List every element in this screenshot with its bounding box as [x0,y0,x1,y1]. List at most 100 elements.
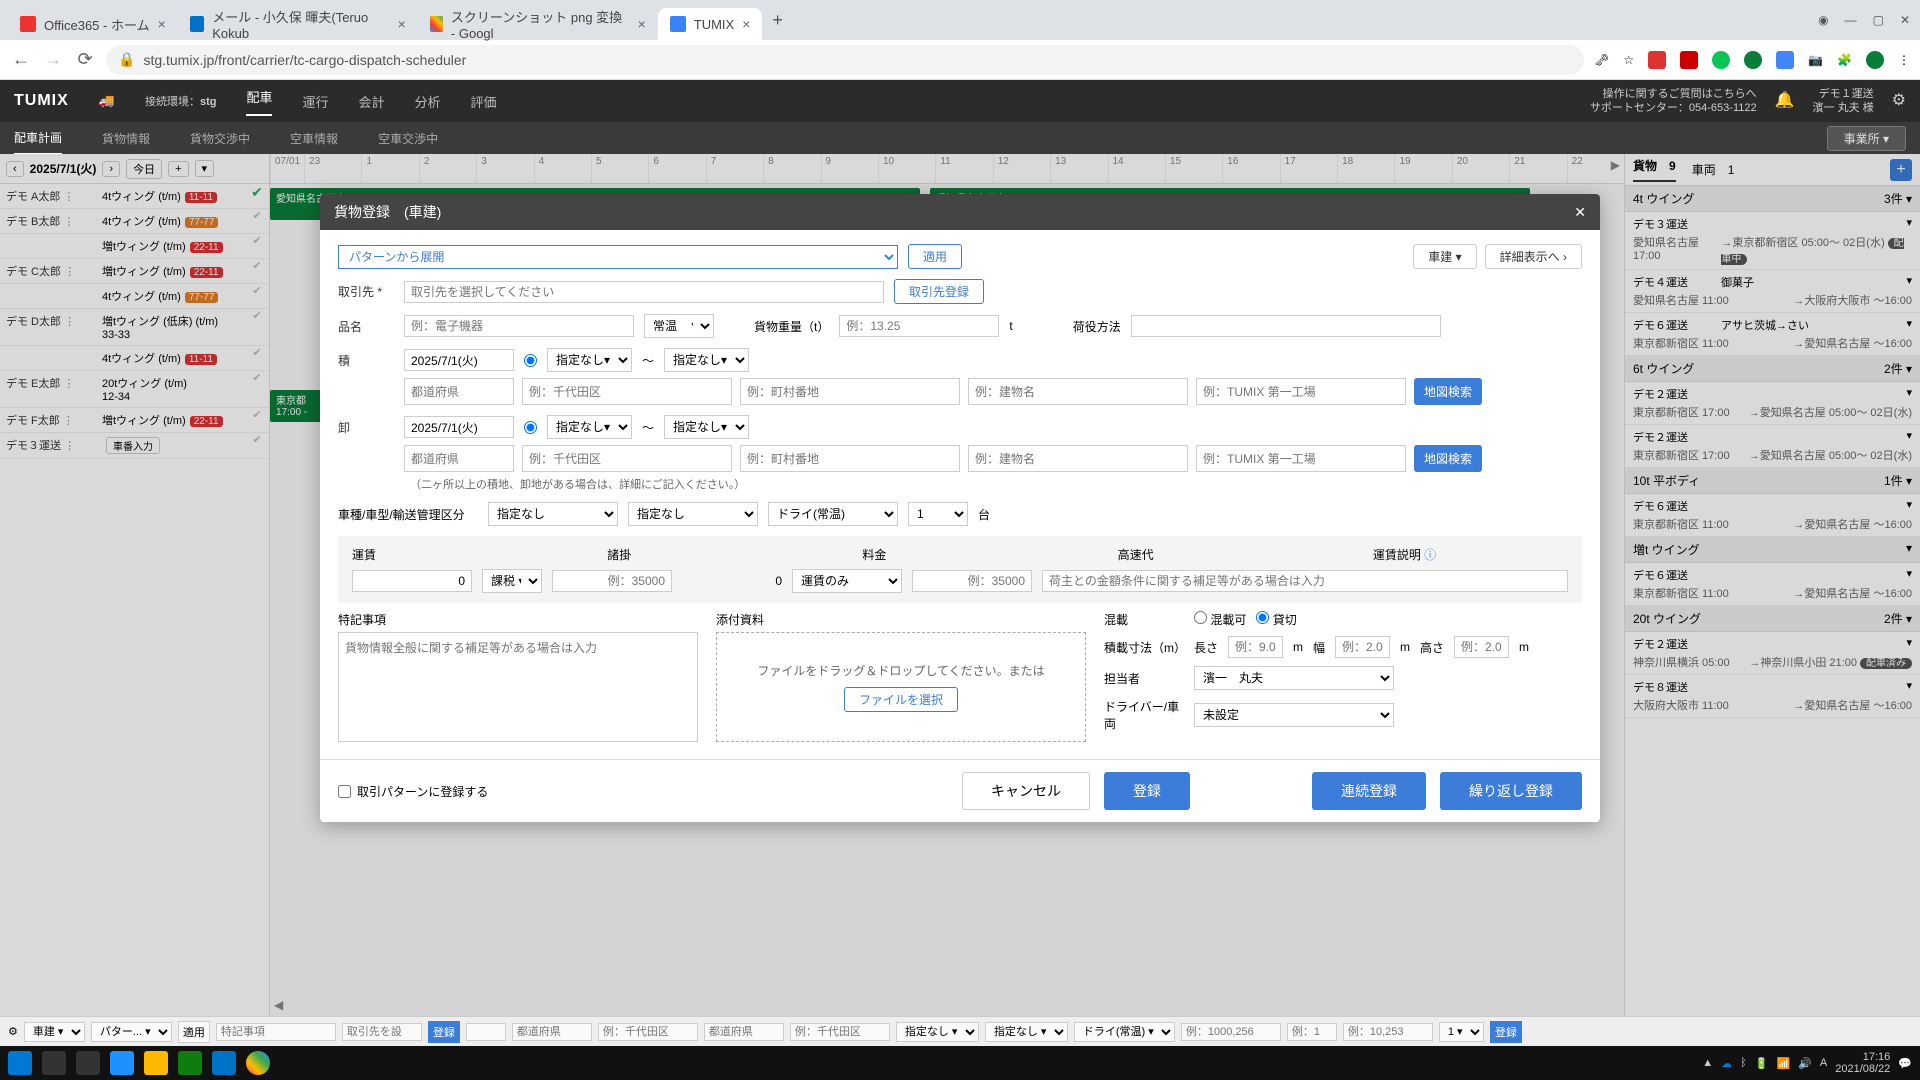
hwy-input[interactable] [912,570,1032,592]
close-window-icon[interactable]: ✕ [1900,13,1910,27]
fb-date[interactable] [466,1023,506,1041]
vehicle-type-select[interactable]: 指定なし [488,502,618,526]
camera-icon[interactable]: 📷 [1808,53,1823,67]
register-button[interactable]: 登録 [1104,772,1190,810]
gear-icon[interactable]: ⚙ [1892,91,1906,112]
misc-input[interactable] [552,570,672,592]
excel-icon[interactable] [178,1051,202,1075]
maximize-icon[interactable]: ▢ [1873,13,1884,27]
fb-pref2[interactable] [704,1023,784,1041]
continuous-register-button[interactable]: 連続登録 [1312,772,1426,810]
file-dropzone[interactable]: ファイルをドラッグ＆ドロップしてください。または ファイルを選択 [716,632,1086,742]
weight-input[interactable] [839,315,999,337]
fb-special[interactable] [216,1023,336,1041]
fb-dry[interactable]: ドライ(常温) ▾ [1074,1022,1175,1042]
ext-icon[interactable] [1744,51,1762,69]
browser-tab-active[interactable]: TUMIX× [658,8,763,40]
star-icon[interactable]: ☆ [1623,53,1634,67]
fb-client[interactable] [342,1023,422,1041]
client-register-button[interactable]: 取引先登録 [894,279,984,304]
height-input[interactable] [1454,636,1509,658]
load-town[interactable] [740,378,960,405]
unload-city[interactable] [522,445,732,472]
unload-date[interactable] [404,416,514,438]
profile-icon[interactable] [1866,51,1884,69]
fb-city2[interactable] [790,1023,890,1041]
bell-icon[interactable]: 🔔 [1775,91,1795,112]
reload-icon[interactable]: ⟳ [74,49,96,70]
subnav-plan[interactable]: 配車計画 [14,122,62,155]
info-icon[interactable]: ⓘ [1424,548,1436,562]
repeat-register-button[interactable]: 繰り返し登録 [1440,772,1582,810]
load-bldg[interactable] [968,378,1188,405]
fb-qty[interactable]: 1 ▾ [1439,1022,1484,1042]
fare-input[interactable] [352,570,472,592]
explorer-icon[interactable] [144,1051,168,1075]
fb-fare[interactable] [1181,1023,1281,1041]
load-spot[interactable] [1196,378,1406,405]
close-icon[interactable]: × [158,16,166,32]
nav-accounting[interactable]: 会計 [359,92,385,111]
detail-link[interactable]: 詳細表示へ › [1485,244,1582,269]
width-input[interactable] [1335,636,1390,658]
subnav-cargo[interactable]: 貨物情報 [102,130,150,147]
fb-none2[interactable]: 指定なし ▾ [985,1022,1068,1042]
map-search-button[interactable]: 地図検索 [1414,445,1482,472]
browser-tab[interactable]: メール - 小久保 暉夫(Teruo Kokub× [178,8,418,40]
ext-icon[interactable] [1648,51,1666,69]
subnav-empty-neg[interactable]: 空車交渉中 [378,130,438,147]
unload-pref[interactable] [404,445,514,472]
close-icon[interactable]: × [742,16,750,32]
transport-select[interactable]: ドライ(常温) [768,502,898,526]
apply-button[interactable]: 適用 [908,244,962,269]
fb-city[interactable] [598,1023,698,1041]
nav-dispatch[interactable]: 配車 [246,87,272,116]
file-select-button[interactable]: ファイルを選択 [844,687,958,712]
qty-select[interactable]: 1 [908,502,968,526]
load-pref[interactable] [404,378,514,405]
clock[interactable]: 17:162021/08/22 [1835,1051,1890,1075]
load-city[interactable] [522,378,732,405]
temp-select[interactable]: 常温 ▼ [644,314,714,338]
new-tab-button[interactable]: + [762,10,793,31]
edge-icon[interactable] [110,1051,134,1075]
url-input[interactable]: 🔒 stg.tumix.jp/front/carrier/tc-cargo-di… [106,45,1584,75]
tax-select[interactable]: 課税 ▾ [482,569,542,593]
save-pattern-checkbox[interactable]: 取引パターンに登録する [338,783,488,800]
browser-tab[interactable]: Office365 - ホーム× [8,8,178,40]
unload-radio[interactable] [524,421,537,434]
ext-icon[interactable] [1680,51,1698,69]
taskview-icon[interactable] [76,1051,100,1075]
load-time-from[interactable]: 指定なし▾ [547,348,632,372]
fb-none1[interactable]: 指定なし ▾ [896,1022,979,1042]
fee-desc-input[interactable] [1042,570,1568,592]
client-input[interactable] [404,281,884,303]
outlook-icon[interactable] [212,1051,236,1075]
load-time-to[interactable]: 指定なし▾ [664,348,749,372]
nav-evaluation[interactable]: 評価 [471,92,497,111]
close-icon[interactable]: × [638,16,646,32]
vehicle-model-select[interactable]: 指定なし [628,502,758,526]
subnav-empty[interactable]: 空車情報 [290,130,338,147]
handling-input[interactable] [1131,315,1441,337]
fb-pattern[interactable]: パター... ▾ [91,1022,172,1042]
map-search-button[interactable]: 地図検索 [1414,378,1482,405]
key-icon[interactable]: 🗝 [1594,53,1609,67]
notification-icon[interactable]: 💬 [1898,1057,1912,1070]
browser-tab[interactable]: スクリーンショット png 変換 - Googl× [418,8,658,40]
nav-operation[interactable]: 運行 [302,92,328,111]
load-date[interactable] [404,349,514,371]
ime-icon[interactable]: A [1820,1057,1827,1069]
back-icon[interactable]: ← [10,49,32,70]
fb-misc[interactable] [1287,1023,1337,1041]
cancel-button[interactable]: キャンセル [962,772,1090,810]
wifi-icon[interactable]: 📶 [1776,1057,1790,1070]
tantou-select[interactable]: 濱一 丸夫 [1194,666,1394,690]
unload-town[interactable] [740,445,960,472]
hwy-select[interactable]: 運賃のみ [792,569,902,593]
search-icon[interactable] [42,1051,66,1075]
tray-icon[interactable]: ▲ [1702,1057,1713,1069]
close-icon[interactable]: × [398,16,406,32]
fb-pref[interactable] [512,1023,592,1041]
forward-icon[interactable]: → [42,49,64,70]
